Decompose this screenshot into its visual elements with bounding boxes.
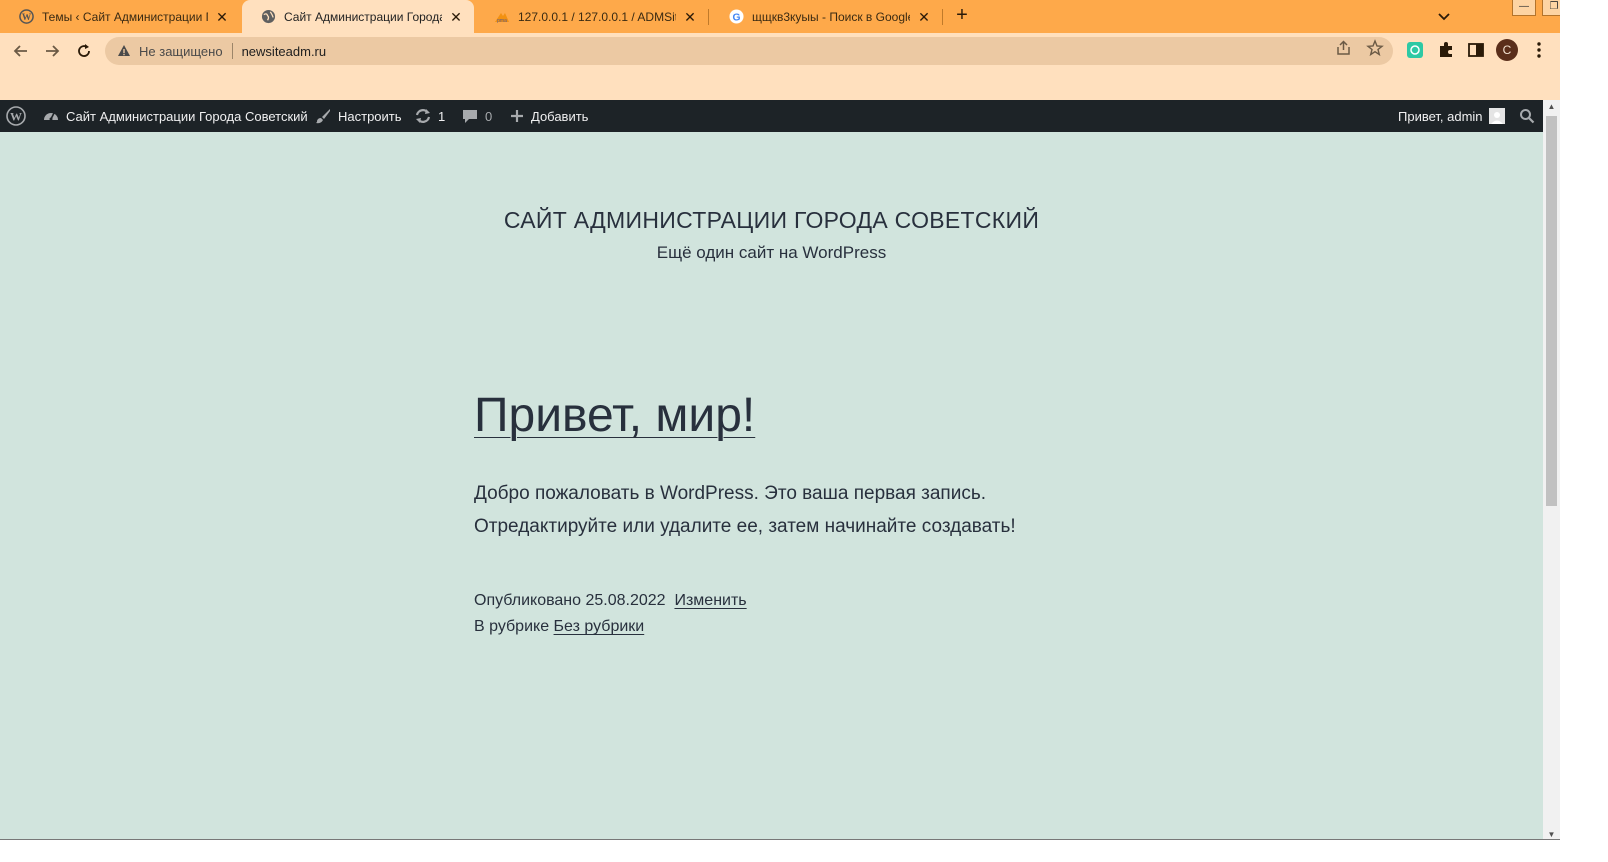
- post-title-link[interactable]: Привет, мир!: [474, 389, 755, 442]
- window-edge: [1560, 0, 1608, 862]
- arrow-right-icon: [46, 45, 60, 57]
- close-icon[interactable]: ✕: [448, 9, 464, 25]
- window-bottom-edge: [0, 839, 1560, 862]
- close-icon[interactable]: ✕: [214, 9, 230, 25]
- site-name-label: Сайт Администрации Города Советский: [66, 108, 308, 124]
- my-account-menu[interactable]: Привет, admin: [1398, 100, 1505, 132]
- tab-title: 127.0.0.1 / 127.0.0.1 / ADMSite | p: [518, 9, 676, 24]
- svg-text:W: W: [10, 110, 22, 124]
- svg-text:G: G: [732, 12, 740, 23]
- tab-separator: [942, 9, 943, 25]
- wp-logo-menu[interactable]: W: [6, 100, 26, 132]
- extension-green-icon[interactable]: [1405, 40, 1425, 60]
- minimize-button[interactable]: —: [1512, 0, 1536, 16]
- tab-site[interactable]: Сайт Администрации Города Сове ✕: [242, 0, 474, 33]
- post-title: Привет, мир!: [474, 388, 755, 443]
- address-bar[interactable]: Не защищено newsiteadm.ru: [105, 37, 1393, 65]
- tab-google[interactable]: G щщкв3куыы - Поиск в Google ✕: [710, 0, 942, 33]
- puzzle-icon[interactable]: [1436, 40, 1456, 60]
- scroll-thumb[interactable]: [1546, 116, 1557, 506]
- search-icon: [1519, 108, 1535, 124]
- wordpress-icon: W: [6, 106, 26, 126]
- back-button[interactable]: [7, 37, 35, 65]
- site-name-menu[interactable]: Сайт Администрации Города Советский: [42, 100, 308, 132]
- tab-search-button[interactable]: [1434, 6, 1454, 26]
- close-icon[interactable]: ✕: [682, 9, 698, 25]
- comments-count: 0: [485, 108, 493, 124]
- comments-link[interactable]: 0: [461, 100, 492, 132]
- google-icon: G: [728, 9, 744, 25]
- updates-icon: [414, 107, 432, 125]
- url-text[interactable]: newsiteadm.ru: [242, 44, 327, 59]
- new-tab-button[interactable]: +: [950, 4, 974, 28]
- wordpress-icon: W: [18, 9, 34, 25]
- tab-phpmyadmin[interactable]: pma 127.0.0.1 / 127.0.0.1 / ADMSite | p …: [476, 0, 708, 33]
- published-label: Опубликовано: [474, 592, 582, 609]
- post-content: Добро пожаловать в WordPress. Это ваша п…: [474, 477, 1114, 543]
- phpmyadmin-icon: pma: [494, 9, 510, 25]
- comment-icon: [461, 107, 479, 125]
- post-meta-category: В рубрике Без рубрики: [474, 618, 644, 636]
- tab-title: Темы ‹ Сайт Администрации Город: [42, 9, 208, 24]
- globe-icon: [260, 9, 276, 25]
- close-icon[interactable]: ✕: [916, 9, 932, 25]
- tab-title: щщкв3куыы - Поиск в Google: [752, 9, 910, 24]
- post-meta-published: Опубликовано 25.08.2022 Изменить: [474, 592, 747, 610]
- forward-button[interactable]: [38, 37, 66, 65]
- profile-avatar[interactable]: C: [1496, 39, 1518, 61]
- site-title[interactable]: САЙТ АДМИНИСТРАЦИИ ГОРОДА СОВЕТСКИЙ: [0, 207, 1543, 234]
- customize-link[interactable]: Настроить: [314, 100, 402, 132]
- paintbrush-icon: [314, 107, 332, 125]
- divider: [231, 43, 233, 59]
- admin-search-button[interactable]: [1519, 100, 1535, 132]
- plus-icon: [509, 108, 525, 124]
- site-description: Ещё один сайт на WordPress: [656, 243, 887, 262]
- star-icon[interactable]: [1366, 39, 1384, 57]
- tab-themes[interactable]: W Темы ‹ Сайт Администрации Город ✕: [0, 0, 240, 33]
- browser-tab-strip: W Темы ‹ Сайт Администрации Город ✕ Сайт…: [0, 0, 1608, 33]
- svg-text:W: W: [21, 13, 31, 23]
- new-content-label: Добавить: [531, 108, 589, 124]
- arrow-left-icon: [13, 45, 27, 57]
- updates-link[interactable]: 1: [414, 100, 445, 132]
- svg-text:pma: pma: [497, 18, 507, 24]
- vertical-scrollbar[interactable]: ▲ ▼: [1543, 100, 1560, 842]
- reload-icon: [78, 44, 90, 57]
- reload-button[interactable]: [70, 37, 98, 65]
- warning-icon: [118, 45, 130, 56]
- avatar: [1488, 108, 1505, 124]
- browser-toolbar: Не защищено newsiteadm.ru C: [0, 33, 1608, 100]
- edit-post-link[interactable]: Изменить: [674, 592, 746, 609]
- scroll-up-arrow[interactable]: ▲: [1543, 100, 1560, 114]
- updates-count: 1: [438, 108, 446, 124]
- dashboard-icon: [42, 107, 60, 125]
- chevron-down-icon: [1438, 13, 1450, 21]
- share-icon[interactable]: [1335, 39, 1353, 57]
- customize-label: Настроить: [338, 108, 402, 124]
- wp-admin-bar: W Сайт Администрации Города Советский На…: [0, 100, 1608, 132]
- kebab-menu-icon[interactable]: [1529, 40, 1549, 60]
- tab-title: Сайт Администрации Города Сове: [284, 9, 442, 24]
- category-link[interactable]: Без рубрики: [554, 618, 645, 635]
- tab-separator: [708, 9, 709, 25]
- category-label: В рубрике: [474, 618, 550, 635]
- greeting-label: Привет, admin: [1398, 108, 1483, 124]
- new-content-menu[interactable]: Добавить: [509, 100, 588, 132]
- post-paragraph-line: Добро пожаловать в WordPress. Это ваша п…: [474, 483, 987, 504]
- side-panel-icon[interactable]: [1466, 40, 1486, 60]
- security-status[interactable]: Не защищено: [139, 44, 223, 59]
- published-date: 25.08.2022: [585, 592, 666, 609]
- post-paragraph-line: Отредактируйте или удалите ее, затем нач…: [474, 516, 1016, 537]
